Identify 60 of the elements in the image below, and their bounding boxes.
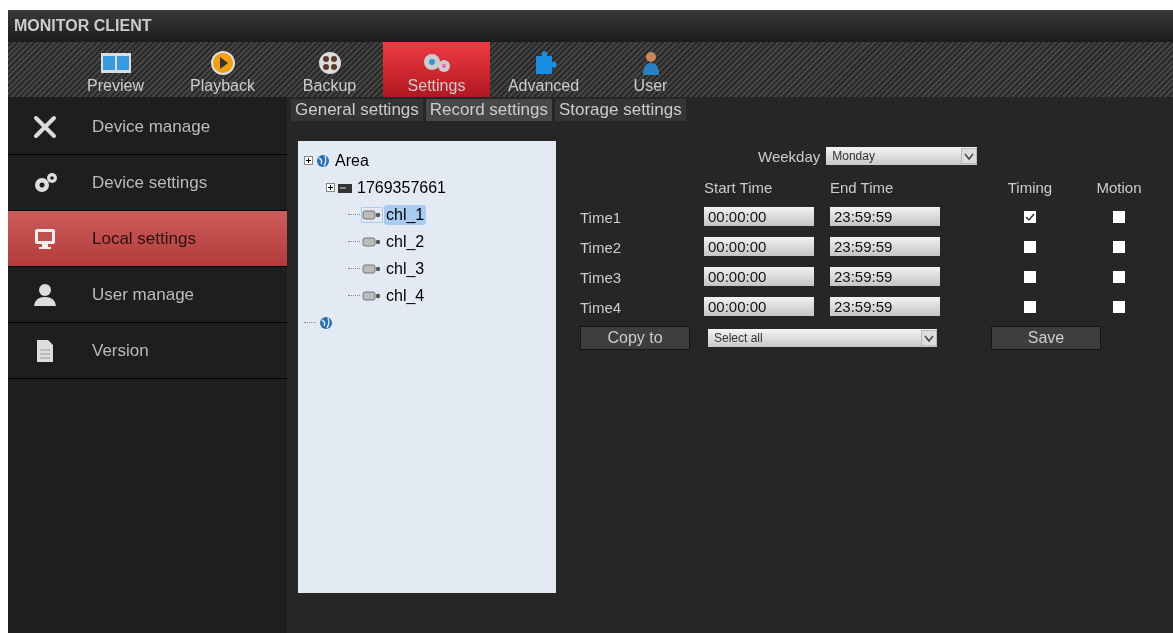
toolbar-tab[interactable]: Settings: [383, 42, 490, 97]
row-label: Time4: [580, 298, 623, 316]
sidebar-item[interactable]: Local settings: [8, 211, 287, 267]
toolbar-tab[interactable]: Backup: [276, 42, 383, 97]
checkbox[interactable]: [1024, 300, 1036, 313]
time-field[interactable]: 00:00:00: [704, 207, 814, 226]
weekday-dropdown[interactable]: Monday: [826, 147, 978, 165]
camera-icon: [362, 288, 382, 303]
globe-icon: [315, 153, 331, 168]
copy-target-dropdown[interactable]: Select all: [708, 329, 937, 347]
globe-icon: [318, 315, 334, 330]
time-field[interactable]: 00:00:00: [704, 237, 814, 256]
expand-icon: [326, 183, 335, 192]
checkbox[interactable]: [1113, 210, 1125, 223]
window-title: MONITOR CLIENT: [14, 17, 152, 35]
column-header: Motion: [1095, 179, 1143, 196]
toolbar-tab[interactable]: User: [597, 42, 704, 97]
tree-item[interactable]: chl_1: [384, 204, 427, 225]
camera-icon: [362, 207, 382, 222]
column-header: Timing: [1006, 179, 1054, 196]
time-field[interactable]: 23:59:59: [830, 237, 940, 256]
row-label: Time3: [580, 268, 623, 286]
person-icon: [32, 281, 58, 308]
tree-item[interactable]: chl_3: [384, 258, 427, 279]
time-field[interactable]: 23:59:59: [830, 297, 940, 316]
time-field[interactable]: 00:00:00: [704, 297, 814, 316]
toolbar-tab[interactable]: Preview: [62, 42, 169, 97]
settings-tab[interactable]: Storage settings: [554, 99, 686, 121]
toolbar-tab[interactable]: Advanced: [490, 42, 597, 97]
caret-icon: [961, 148, 978, 164]
checkbox[interactable]: [1113, 300, 1125, 313]
film-icon: [99, 50, 132, 76]
tree-item[interactable]: chl_2: [384, 231, 427, 252]
tree-item[interactable]: 1769357661: [355, 177, 448, 198]
checkbox[interactable]: [1024, 210, 1036, 223]
sidebar-item[interactable]: Version: [8, 323, 287, 379]
caret-icon: [921, 330, 937, 346]
column-header: End Time: [830, 179, 895, 196]
time-field[interactable]: 00:00:00: [704, 267, 814, 286]
toolbar-tab[interactable]: Playback: [169, 42, 276, 97]
row-label: Time1: [580, 208, 623, 226]
settings-tab[interactable]: General settings: [291, 99, 423, 121]
camera-icon: [362, 234, 382, 249]
weekday-label: Weekday: [758, 147, 821, 165]
expand-icon: [304, 156, 313, 165]
checkbox[interactable]: [1024, 270, 1036, 283]
checkbox[interactable]: [1024, 240, 1036, 253]
camera-icon: [362, 261, 382, 276]
copy-button[interactable]: Copy to: [580, 326, 690, 350]
time-field[interactable]: 23:59:59: [830, 207, 940, 226]
save-button[interactable]: Save: [991, 326, 1101, 350]
column-header: Start Time: [704, 179, 774, 196]
row-label: Time2: [580, 238, 623, 256]
tree-item[interactable]: Area: [333, 150, 371, 171]
time-field[interactable]: 23:59:59: [830, 267, 940, 286]
sidebar-item[interactable]: User manage: [8, 267, 287, 323]
checkbox[interactable]: [1113, 240, 1125, 253]
tree-item[interactable]: chl_4: [384, 285, 427, 306]
settings-tab[interactable]: Record settings: [425, 99, 552, 121]
checkbox[interactable]: [1113, 270, 1125, 283]
